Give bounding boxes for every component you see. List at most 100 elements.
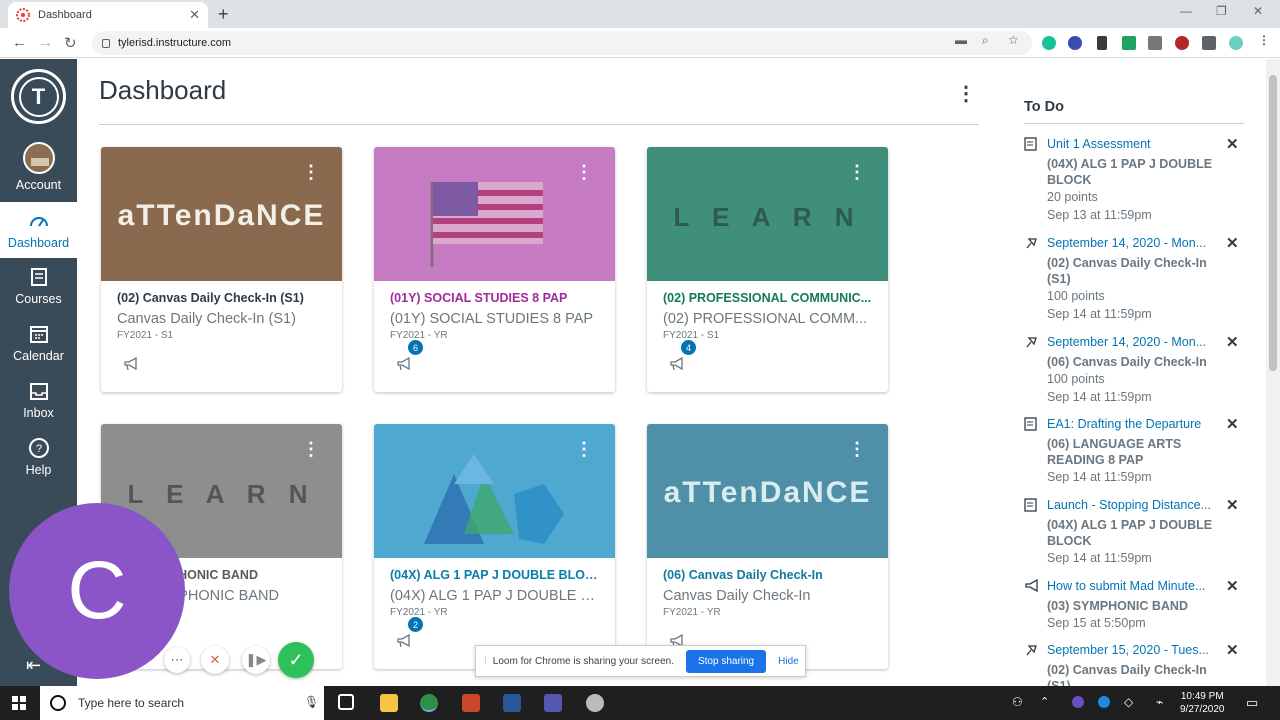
- nav-calendar[interactable]: Calendar: [0, 315, 77, 371]
- address-bar[interactable]: tylerisd.instructure.com: [92, 31, 1032, 55]
- todo-link[interactable]: How to submit Mad Minute...: [1047, 579, 1217, 593]
- forward-icon[interactable]: →: [38, 34, 53, 51]
- collapse-nav-icon[interactable]: ⇤: [26, 655, 41, 676]
- flag-image-icon: [430, 182, 543, 267]
- task-view-icon[interactable]: [338, 694, 354, 710]
- profile-avatar-icon[interactable]: [1229, 36, 1243, 50]
- pen-extension-icon[interactable]: [1097, 36, 1107, 50]
- app-icon[interactable]: [586, 694, 604, 712]
- card-title[interactable]: (01Y) SOCIAL STUDIES 8 PAP: [390, 291, 600, 305]
- minimize-icon[interactable]: —: [1180, 4, 1192, 18]
- tray-chevron-icon[interactable]: ⌃: [1040, 695, 1049, 708]
- grammarly-extension-icon[interactable]: [1042, 36, 1056, 50]
- chrome-menu-icon[interactable]: ⋮: [1258, 33, 1270, 47]
- todo-link[interactable]: EA1: Drafting the Departure: [1047, 417, 1217, 431]
- card-term: FY2021 - S1: [117, 330, 174, 341]
- sheet-extension-icon[interactable]: [1122, 36, 1136, 50]
- card-options-icon[interactable]: ⋮: [575, 163, 593, 181]
- dashboard-options-icon[interactable]: ⋮: [956, 81, 976, 106]
- loom-finish-icon[interactable]: ✓: [278, 642, 314, 678]
- hide-button[interactable]: Hide: [778, 656, 799, 667]
- course-card[interactable]: ⋮ (04X) ALG 1 PAP J DOUBLE BLOCK (04X) A…: [374, 424, 615, 669]
- course-card[interactable]: L E A R N ⋮ (02) PROFESSIONAL COMMUNIC..…: [647, 147, 888, 392]
- school-logo[interactable]: T: [11, 69, 66, 124]
- course-card-image[interactable]: L E A R N ⋮: [647, 147, 888, 281]
- course-card-image[interactable]: aTTenDaNCE ⋮: [647, 424, 888, 558]
- nav-inbox[interactable]: Inbox: [0, 372, 77, 428]
- course-card-image[interactable]: ⋮: [374, 147, 615, 281]
- dismiss-icon[interactable]: ✕: [1226, 333, 1239, 351]
- course-card-image[interactable]: aTTenDaNCE ⋮: [101, 147, 342, 281]
- chrome-app-icon[interactable]: [420, 694, 438, 712]
- course-card-image[interactable]: ⋮: [374, 424, 615, 558]
- reload-icon[interactable]: ↻: [64, 34, 77, 52]
- nav-dashboard[interactable]: Dashboard: [0, 202, 77, 258]
- card-title[interactable]: (04X) ALG 1 PAP J DOUBLE BLOCK: [390, 568, 600, 582]
- copy-extension-icon[interactable]: [1148, 36, 1162, 50]
- dismiss-icon[interactable]: ✕: [1226, 496, 1239, 514]
- tray-app-icon[interactable]: [1072, 696, 1084, 708]
- loom-more-icon[interactable]: ⋯: [164, 647, 190, 673]
- dismiss-icon[interactable]: ✕: [1226, 577, 1239, 595]
- taskbar-search[interactable]: Type here to search 🎙: [40, 686, 324, 720]
- microphone-icon[interactable]: 🎙: [304, 695, 319, 709]
- camera-icon[interactable]: ▬: [955, 33, 967, 47]
- browser-tab[interactable]: Dashboard ✕: [8, 2, 208, 28]
- window-close-icon[interactable]: ✕: [1253, 4, 1263, 18]
- people-icon[interactable]: ⚇: [1012, 695, 1023, 709]
- nav-help[interactable]: ? Help: [0, 429, 77, 485]
- tray-app-icon-2[interactable]: [1098, 696, 1110, 708]
- announcements-icon[interactable]: [396, 634, 412, 648]
- course-card[interactable]: ⋮ (01Y) SOCIAL STUDIES 8 PAP (01Y) SOCIA…: [374, 147, 615, 392]
- k-extension-icon[interactable]: [1068, 36, 1082, 50]
- card-title[interactable]: (06) Canvas Daily Check-In: [663, 568, 873, 582]
- course-card[interactable]: aTTenDaNCE ⋮ (06) Canvas Daily Check-In …: [647, 424, 888, 669]
- announcements-icon[interactable]: [669, 357, 685, 371]
- loom-camera-bubble[interactable]: C: [9, 503, 185, 679]
- dropbox-icon[interactable]: ◇: [1124, 695, 1133, 709]
- card-options-icon[interactable]: ⋮: [302, 163, 320, 181]
- announcements-icon[interactable]: [123, 357, 139, 371]
- nav-courses[interactable]: Courses: [0, 258, 77, 314]
- dismiss-icon[interactable]: ✕: [1226, 641, 1239, 659]
- course-card[interactable]: aTTenDaNCE ⋮ (02) Canvas Daily Check-In …: [101, 147, 342, 392]
- todo-link[interactable]: Unit 1 Assessment: [1047, 137, 1217, 151]
- dismiss-icon[interactable]: ✕: [1226, 415, 1239, 433]
- word-icon[interactable]: [503, 694, 521, 712]
- loom-cancel-icon[interactable]: ✕: [201, 646, 229, 674]
- nav-account[interactable]: Account: [0, 139, 77, 195]
- loom-pause-icon[interactable]: ❚▶: [242, 646, 270, 674]
- card-title[interactable]: (02) PROFESSIONAL COMMUNIC...: [663, 291, 873, 305]
- card-options-icon[interactable]: ⋮: [575, 440, 593, 458]
- notifications-icon[interactable]: ▭: [1246, 695, 1258, 711]
- todo-link[interactable]: September 15, 2020 - Tues...: [1047, 643, 1217, 657]
- file-explorer-icon[interactable]: [380, 694, 398, 712]
- zoom-icon[interactable]: ⌕: [982, 33, 989, 48]
- record-extension-icon[interactable]: [1175, 36, 1189, 50]
- new-tab-button[interactable]: +: [218, 4, 229, 25]
- windows-start-icon[interactable]: [12, 696, 26, 710]
- todo-link[interactable]: Launch - Stopping Distance...: [1047, 498, 1217, 512]
- card-options-icon[interactable]: ⋮: [848, 440, 866, 458]
- tab-close-icon[interactable]: ✕: [189, 7, 200, 23]
- taskbar-clock[interactable]: 10:49 PM 9/27/2020: [1180, 690, 1225, 716]
- page-scrollbar[interactable]: [1266, 59, 1280, 686]
- stop-sharing-button[interactable]: Stop sharing: [685, 649, 767, 673]
- dismiss-icon[interactable]: ✕: [1226, 234, 1239, 252]
- puzzle-extension-icon[interactable]: [1202, 36, 1216, 50]
- scrollbar-thumb[interactable]: [1269, 75, 1277, 371]
- todo-link[interactable]: September 14, 2020 - Mon...: [1047, 236, 1217, 250]
- dismiss-icon[interactable]: ✕: [1226, 135, 1239, 153]
- back-icon[interactable]: ←: [12, 34, 27, 51]
- bookmark-star-icon[interactable]: ☆: [1008, 33, 1019, 47]
- announcements-icon[interactable]: [396, 357, 412, 371]
- powerpoint-icon[interactable]: [462, 694, 480, 712]
- teams-icon[interactable]: [544, 694, 562, 712]
- card-title[interactable]: (02) Canvas Daily Check-In (S1): [117, 291, 327, 305]
- card-options-icon[interactable]: ⋮: [848, 163, 866, 181]
- network-icon[interactable]: ⌁: [1156, 695, 1163, 709]
- drag-handle-icon[interactable]: ⁞: [484, 656, 487, 667]
- card-options-icon[interactable]: ⋮: [302, 440, 320, 458]
- maximize-icon[interactable]: ❐: [1216, 4, 1227, 18]
- todo-link[interactable]: September 14, 2020 - Mon...: [1047, 335, 1217, 349]
